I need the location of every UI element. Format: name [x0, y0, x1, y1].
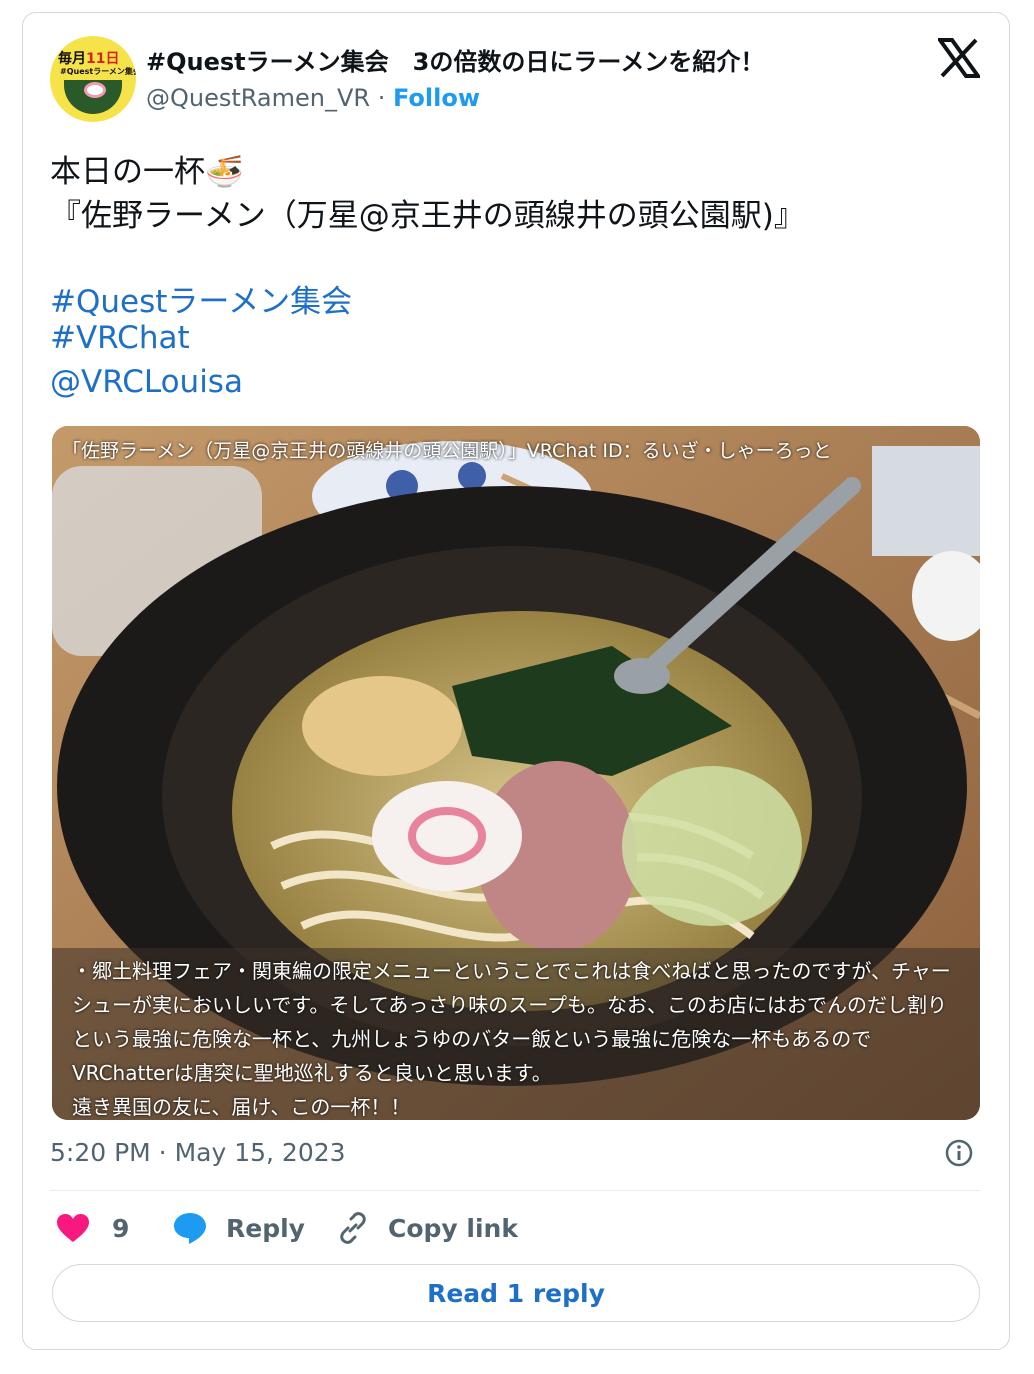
link-icon [340, 1212, 366, 1244]
mention-vrclouisa[interactable]: @VRCLouisa [50, 364, 243, 400]
hashtag-quest[interactable]: #Questラーメン集会 [50, 276, 352, 321]
divider [50, 1190, 980, 1191]
follow-button[interactable]: Follow [393, 84, 480, 112]
post-line-1: 本日の一杯🍜 [50, 154, 244, 190]
heart-icon [57, 1214, 89, 1242]
like-count: 9 [112, 1213, 130, 1243]
ramen-photo[interactable]: 「佐野ラーメン（万星@京王井の頭線井の頭公園駅）」VRChat ID：るいざ・し… [52, 426, 980, 1120]
handle-separator: · [370, 84, 393, 112]
info-icon[interactable] [944, 1138, 974, 1168]
photo-caption-top: 「佐野ラーメン（万星@京王井の頭線井の頭公園駅）」VRChat ID：るいざ・し… [62, 440, 832, 462]
reply-bubble-icon [174, 1213, 206, 1244]
copy-link-label: Copy link [388, 1213, 518, 1243]
copy-link-button[interactable]: Copy link [336, 1210, 518, 1246]
x-logo-icon[interactable] [938, 38, 980, 78]
author-handle[interactable]: @QuestRamen_VR [146, 84, 370, 112]
author-handle-line: @QuestRamen_VR · Follow [146, 84, 480, 112]
photo-caption-bottom: ・郷土料理フェア・関東編の限定メニューということでこれは食べねばと思ったのですが… [52, 948, 980, 1120]
post-timestamp[interactable]: 5:20 PM · May 15, 2023 [50, 1138, 346, 1167]
post-line-2: 『佐野ラーメン（万星@京王井の頭線井の頭公園駅)』 [50, 198, 805, 234]
read-reply-button[interactable]: Read 1 reply [52, 1264, 980, 1322]
avatar-mid-text: #Questラーメン集会 [60, 67, 136, 76]
avatar[interactable]: 毎月11日 #Questラーメン集会 [50, 36, 136, 122]
avatar-naruto-graphic [84, 82, 106, 98]
hashtag-vrchat[interactable]: #VRChat [50, 320, 190, 356]
avatar-top-text: 毎月11日 [58, 51, 120, 67]
reply-button[interactable]: Reply [172, 1210, 305, 1246]
author-name[interactable]: #Questラーメン集会 3の倍数の日にラーメンを紹介！ [146, 42, 764, 77]
reply-label: Reply [226, 1213, 305, 1243]
like-button[interactable]: 9 [56, 1210, 129, 1246]
